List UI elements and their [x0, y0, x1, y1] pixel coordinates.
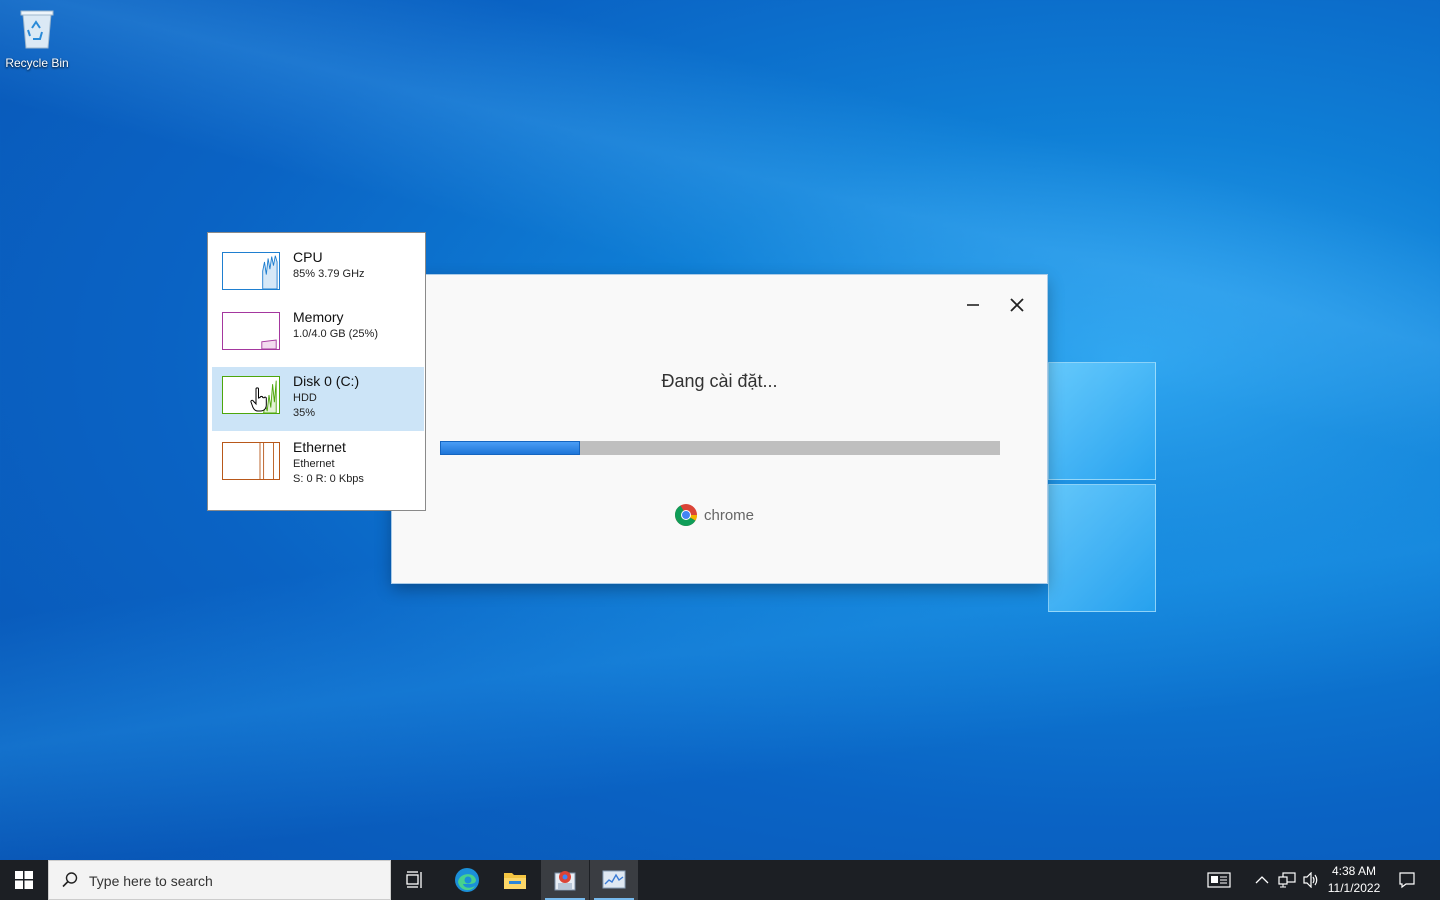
- cpu-graph-icon: [222, 252, 280, 290]
- file-explorer-taskbar-button[interactable]: [491, 860, 539, 900]
- windows-logo-icon: [15, 871, 33, 889]
- install-progress-bar: [440, 441, 1000, 455]
- notification-icon: [1399, 872, 1415, 889]
- news-and-interests-button[interactable]: [1207, 870, 1231, 890]
- tm-disk-usage: 35%: [293, 407, 316, 419]
- task-manager-icon: [602, 870, 626, 889]
- hand-cursor-icon: [250, 387, 267, 412]
- taskbar-clock[interactable]: 4:38 AM 11/1/2022: [1322, 863, 1386, 897]
- edge-taskbar-button[interactable]: [443, 860, 491, 900]
- chrome-logo-icon: [675, 504, 697, 526]
- recycle-bin-desktop-icon[interactable]: Recycle Bin: [4, 8, 70, 70]
- task-manager-performance-flyout: CPU 85% 3.79 GHz Memory 1.0/4.0 GB (25%)…: [207, 232, 426, 511]
- clock-time: 4:38 AM: [1331, 864, 1377, 878]
- tm-item-disk[interactable]: Disk 0 (C:) HDD 35%: [212, 367, 424, 431]
- start-button[interactable]: [0, 860, 48, 900]
- tm-ethernet-throughput: S: 0 R: 0 Kbps: [293, 473, 364, 485]
- news-icon: [1207, 872, 1231, 888]
- clock-date: 11/1/2022: [1327, 881, 1381, 895]
- tm-item-ethernet[interactable]: Ethernet Ethernet S: 0 R: 0 Kbps: [212, 433, 424, 497]
- search-placeholder: Type here to search: [89, 873, 213, 889]
- tm-memory-detail: 1.0/4.0 GB (25%): [293, 328, 378, 340]
- file-explorer-icon: [504, 873, 526, 889]
- recycle-bin-label: Recycle Bin: [5, 56, 69, 70]
- chevron-up-icon: [1255, 876, 1269, 884]
- volume-tray-button[interactable]: [1301, 870, 1321, 890]
- chrome-brand-text: chrome: [704, 506, 755, 524]
- task-view-button[interactable]: [392, 860, 440, 900]
- tm-cpu-detail: 85% 3.79 GHz: [293, 268, 365, 280]
- chrome-brand: chrome: [674, 503, 754, 527]
- tm-cpu-title: CPU: [293, 249, 323, 265]
- taskbar-search-box[interactable]: Type here to search: [48, 860, 391, 900]
- wallpaper-windows-logo: [1048, 348, 1156, 614]
- task-manager-taskbar-button[interactable]: [590, 860, 638, 900]
- chrome-installer-taskbar-button[interactable]: [541, 860, 589, 900]
- minimize-button[interactable]: [959, 293, 987, 317]
- speaker-icon: [1303, 872, 1318, 888]
- close-button[interactable]: [1003, 293, 1031, 317]
- tm-memory-title: Memory: [293, 309, 344, 325]
- ethernet-graph-icon: [222, 442, 280, 480]
- tm-disk-title: Disk 0 (C:): [293, 373, 360, 389]
- network-icon: [1278, 872, 1296, 888]
- search-icon: [62, 872, 78, 888]
- recycle-bin-icon: [19, 8, 55, 50]
- action-center-button[interactable]: [1397, 870, 1417, 890]
- tm-ethernet-adapter: Ethernet: [293, 458, 335, 470]
- tm-item-cpu[interactable]: CPU 85% 3.79 GHz: [212, 243, 424, 307]
- chrome-installer-window: Đang cài đặt... chrome: [392, 275, 1047, 583]
- install-progress-fill: [440, 441, 580, 455]
- tm-item-memory[interactable]: Memory 1.0/4.0 GB (25%): [212, 303, 424, 367]
- tm-disk-type: HDD: [293, 392, 317, 404]
- close-icon: [1010, 298, 1024, 312]
- taskbar: Type here to search 4:38 AM 11/1/2022: [0, 860, 1440, 900]
- edge-icon: [455, 868, 479, 892]
- task-view-icon: [406, 871, 422, 888]
- chrome-installer-icon: [554, 871, 576, 891]
- minimize-icon: [967, 304, 979, 306]
- network-tray-button[interactable]: [1277, 870, 1297, 890]
- show-hidden-icons-button[interactable]: [1252, 870, 1272, 890]
- install-status-text: Đang cài đặt...: [661, 371, 778, 391]
- tm-ethernet-title: Ethernet: [293, 439, 346, 455]
- memory-graph-icon: [222, 312, 280, 350]
